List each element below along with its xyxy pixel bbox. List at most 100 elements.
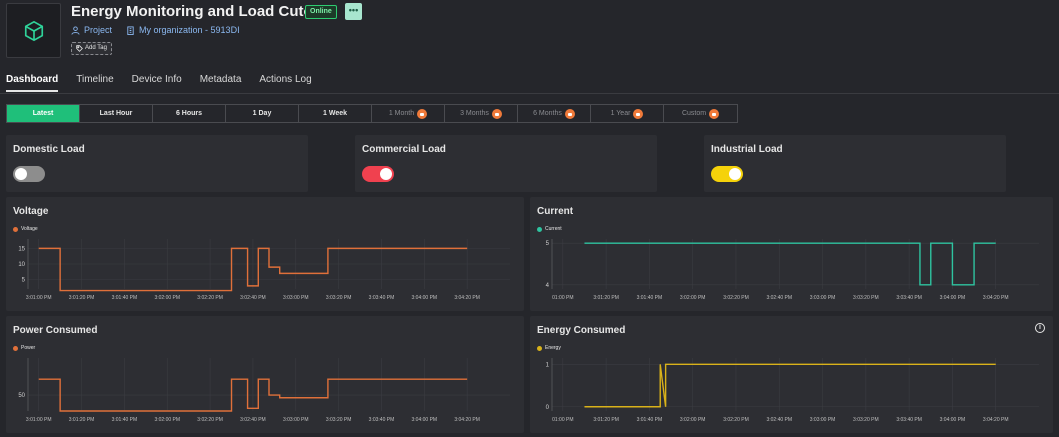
user-icon: [71, 25, 80, 35]
chart-legend: Energy: [537, 345, 561, 351]
x-tick-label: 3:01:40 PM: [637, 417, 663, 423]
tab-dashboard[interactable]: Dashboard: [6, 74, 59, 92]
toggle-knob: [15, 168, 27, 180]
chart-legend: Voltage: [13, 226, 38, 232]
x-tick-label: 3:03:20 PM: [326, 295, 352, 301]
range-1-year[interactable]: 1 Year: [591, 105, 664, 122]
y-tick-label: 1: [546, 362, 550, 368]
more-options-button[interactable]: •••: [345, 3, 362, 20]
legend-dot: [537, 345, 542, 351]
x-tick-label: 3:01:20 PM: [593, 417, 619, 423]
x-tick-label: 3:01:40 PM: [637, 295, 663, 301]
range-label: 6 Hours: [175, 110, 203, 117]
add-tag-label: Add Tag: [85, 45, 107, 51]
x-tick-label: 3:02:40 PM: [240, 417, 266, 423]
range-6-hours[interactable]: 6 Hours: [153, 105, 226, 122]
voltage-chart: 3:01:00 PM 3:01:20 PM 3:01:40 PM 3:02:00 PM…: [18, 239, 510, 301]
x-tick-label: 3:04:20 PM: [454, 417, 480, 423]
x-tick-label: 3:03:20 PM: [853, 295, 879, 301]
range-1-month[interactable]: 1 Month: [372, 105, 445, 122]
range-latest[interactable]: Latest: [7, 105, 80, 122]
x-tick-label: 01:00 PM: [552, 295, 573, 301]
tab-actions-log[interactable]: Actions Log: [259, 74, 311, 92]
range-label: 1 Year: [610, 110, 631, 117]
range-label: 1 Month: [388, 110, 415, 117]
voltage-chart-card: 3:01:00 PM 3:01:20 PM 3:01:40 PM 3:02:00 PM…: [6, 197, 524, 311]
range-label: Custom: [681, 110, 707, 117]
toggle-knob: [380, 168, 392, 180]
x-tick-label: 3:02:20 PM: [723, 295, 749, 301]
range-label: 1 Week: [323, 110, 347, 117]
x-tick-label: 3:04:00 PM: [940, 295, 966, 301]
x-tick-label: 3:04:20 PM: [454, 295, 480, 301]
tab-divider: [0, 93, 1059, 94]
chart-title: Voltage: [13, 206, 49, 217]
status-badge: Online: [305, 5, 337, 19]
y-tick-label: 4: [546, 283, 550, 289]
lock-icon: [491, 108, 502, 119]
domestic-load-card: Domestic Load: [6, 135, 308, 192]
tab-metadata[interactable]: Metadata: [200, 74, 242, 92]
x-tick-label: 3:02:20 PM: [723, 417, 749, 423]
range-1-week[interactable]: 1 Week: [299, 105, 372, 122]
x-tick-label: 3:01:00 PM: [26, 295, 52, 301]
range-last-hour[interactable]: Last Hour: [80, 105, 153, 122]
chart-legend: Current: [537, 226, 562, 232]
industrial-load-card: Industrial Load: [704, 135, 1006, 192]
legend-dot: [13, 345, 18, 351]
lock-icon: [633, 108, 644, 119]
range-3-months[interactable]: 3 Months: [445, 105, 518, 122]
project-link[interactable]: Project: [84, 25, 112, 35]
y-tick-label: 15: [18, 246, 25, 252]
range-custom[interactable]: Custom: [664, 105, 737, 122]
x-tick-label: 3:02:00 PM: [680, 417, 706, 423]
x-tick-label: 3:02:20 PM: [197, 295, 223, 301]
card-title: Commercial Load: [362, 144, 446, 155]
series-line: [584, 363, 996, 408]
x-tick-label: 3:02:20 PM: [197, 417, 223, 423]
range-label: 6 Months: [533, 110, 562, 117]
tab-timeline[interactable]: Timeline: [76, 74, 113, 92]
industrial-load-toggle[interactable]: [711, 166, 743, 182]
x-tick-label: 3:03:00 PM: [283, 295, 309, 301]
time-range-selector: Latest Last Hour 6 Hours 1 Day 1 Week 1 …: [6, 104, 738, 123]
card-title: Industrial Load: [711, 144, 783, 155]
chart-title: Current: [537, 206, 574, 217]
x-tick-label: 3:03:40 PM: [369, 295, 395, 301]
x-tick-label: 3:01:20 PM: [69, 417, 95, 423]
range-label: 3 Months: [460, 110, 489, 117]
breadcrumb: Project My organization - 5913DI: [71, 25, 240, 35]
legend-dot: [537, 226, 542, 232]
lock-icon: [709, 108, 720, 119]
x-tick-label: 3:01:40 PM: [112, 417, 138, 423]
series-line: [584, 242, 996, 286]
x-tick-label: 3:02:00 PM: [680, 295, 706, 301]
building-icon: [127, 25, 134, 35]
range-label: Last Hour: [99, 110, 133, 117]
organization-link[interactable]: My organization - 5913DI: [139, 25, 240, 35]
y-tick-label: 0: [546, 405, 550, 411]
lock-icon: [417, 108, 428, 119]
x-tick-label: 3:02:40 PM: [766, 295, 792, 301]
x-tick-label: 3:04:00 PM: [940, 417, 966, 423]
chart-legend: Power: [13, 345, 35, 351]
x-tick-label: 3:01:20 PM: [593, 295, 619, 301]
commercial-load-toggle[interactable]: [362, 166, 394, 182]
range-6-months[interactable]: 6 Months: [518, 105, 591, 122]
x-tick-label: 3:04:00 PM: [412, 417, 438, 423]
range-1-day[interactable]: 1 Day: [226, 105, 299, 122]
x-tick-label: 3:04:20 PM: [983, 417, 1009, 423]
x-tick-label: 3:03:40 PM: [896, 295, 922, 301]
chart-title: Energy Consumed: [537, 325, 626, 336]
x-tick-label: 3:03:00 PM: [810, 417, 836, 423]
add-tag-button[interactable]: Add Tag: [71, 42, 112, 55]
y-tick-label: 5: [546, 241, 550, 247]
x-tick-label: 3:03:00 PM: [283, 417, 309, 423]
tag-icon: [76, 45, 83, 52]
domestic-load-toggle[interactable]: [13, 166, 45, 182]
device-cube-icon: [6, 3, 61, 58]
current-chart-card: 01:00 PM 3:01:20 PM 3:01:40 PM 3:02:00 PM 3:…: [530, 197, 1053, 311]
chart-title: Power Consumed: [13, 325, 98, 336]
info-icon[interactable]: i: [1035, 323, 1045, 333]
tab-device-info[interactable]: Device Info: [132, 74, 182, 92]
